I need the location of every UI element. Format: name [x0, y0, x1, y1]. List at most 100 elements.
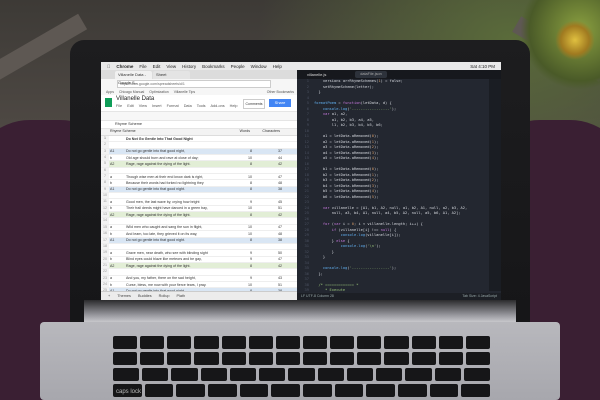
table-cell[interactable]: A1 — [109, 149, 124, 153]
table-cell[interactable]: Do Not Go Gentle Into That Good Night — [124, 137, 232, 141]
column-header[interactable]: Words — [230, 129, 250, 135]
doc-menu-data[interactable]: Data — [184, 104, 192, 108]
table-cell[interactable]: 38 — [252, 187, 284, 191]
share-button[interactable]: Share — [269, 99, 291, 107]
menubar-item-history[interactable]: History — [182, 64, 196, 69]
table-cell[interactable]: 47 — [252, 257, 284, 261]
menubar-item-bookmarks[interactable]: Bookmarks — [202, 64, 225, 69]
sheet-tab-rollup[interactable]: Rollup — [159, 294, 170, 298]
browser-tab-second[interactable]: Sheet — [153, 71, 190, 79]
sheet-tab-buddies[interactable]: Buddies — [138, 294, 152, 298]
table-cell[interactable]: 10 — [232, 283, 252, 287]
table-cell[interactable]: a — [109, 175, 124, 179]
table-cell[interactable]: 9 — [232, 257, 252, 261]
table-cell[interactable]: A2 — [109, 264, 124, 268]
table-cell[interactable]: 51 — [252, 283, 284, 287]
table-cell[interactable]: 8 — [232, 238, 252, 242]
table-cell[interactable]: 9 — [232, 200, 252, 204]
editor-tab[interactable]: dataFile.json — [355, 71, 387, 78]
table-cell[interactable]: 47 — [252, 175, 284, 179]
table-cell[interactable]: 42 — [252, 213, 284, 217]
table-cell[interactable]: 10 — [232, 156, 252, 160]
row-number[interactable]: 5 — [101, 161, 109, 167]
doc-menu-edit[interactable]: Edit — [127, 104, 134, 108]
table-cell[interactable]: 10 — [232, 206, 252, 210]
row-number[interactable]: 18 — [101, 243, 109, 250]
bookmark-other[interactable]: Other Bookmarks — [267, 90, 294, 94]
row-number[interactable]: 7 — [101, 174, 109, 180]
doc-menu-help[interactable]: Help — [230, 104, 238, 108]
table-cell[interactable]: Wild men who caught and sang the sun in … — [124, 225, 232, 229]
table-cell[interactable]: 8 — [232, 181, 252, 185]
row-number[interactable]: 17 — [101, 237, 109, 243]
editor-minimap[interactable] — [489, 79, 501, 291]
row-number[interactable]: 9 — [101, 186, 109, 193]
row-number[interactable]: 4 — [101, 155, 109, 161]
table-cell[interactable]: Their frail deeds might have danced in a… — [124, 206, 232, 210]
table-cell[interactable]: 10 — [232, 225, 252, 229]
browser-tab-sheets[interactable]: Villanelle Data - Google S... — [115, 71, 152, 85]
row-number[interactable]: 24 — [101, 281, 109, 288]
bookmark-optimization[interactable]: Optimization — [149, 90, 168, 94]
table-cell[interactable]: 44 — [252, 156, 284, 160]
table-cell[interactable]: Grave men, near death, who see with blin… — [124, 251, 232, 255]
table-cell[interactable]: And learn, too late, they grieved it on … — [124, 232, 232, 236]
table-cell[interactable]: Blind eyes could blaze like meteors and … — [124, 257, 232, 261]
editor-tab-active[interactable]: villanelle.js — [307, 72, 326, 77]
row-number[interactable]: 20 — [101, 256, 109, 262]
menubar-item-chrome[interactable]: Chrome — [116, 64, 133, 69]
doc-menu-format[interactable]: Format — [167, 104, 179, 108]
row-number[interactable]: 19 — [101, 250, 109, 256]
bookmark-villanelle[interactable]: Villanelle Tips — [174, 90, 195, 94]
row-number[interactable]: 3 — [101, 148, 109, 155]
menubar-item-help[interactable]: Help — [273, 64, 282, 69]
row-number[interactable]: 10 — [101, 193, 109, 199]
table-cell[interactable]: Do not go gentle into that good night. — [124, 238, 232, 242]
comments-button[interactable]: Comments — [243, 99, 265, 109]
table-cell[interactable]: 42 — [252, 162, 284, 166]
table-cell[interactable]: Good men, the last wave by, crying how b… — [124, 200, 232, 204]
table-cell[interactable]: b — [109, 181, 124, 185]
apple-icon[interactable]:  — [107, 64, 110, 69]
row-number[interactable]: 15 — [101, 224, 109, 231]
table-cell[interactable]: Though wise men at their end know dark i… — [124, 175, 232, 179]
table-cell[interactable]: A2 — [109, 213, 124, 217]
url-bar[interactable]: https://docs.google.com/spreadsheets/d/1 — [117, 79, 271, 88]
row-number[interactable]: 14 — [101, 218, 109, 224]
table-cell[interactable]: 8 — [232, 187, 252, 191]
table-cell[interactable]: 42 — [252, 264, 284, 268]
table-cell[interactable]: b — [109, 257, 124, 261]
table-cell[interactable]: Rage, rage against the dying of the ligh… — [124, 264, 232, 268]
menubar-item-view[interactable]: View — [166, 64, 176, 69]
table-cell[interactable]: 48 — [252, 232, 284, 236]
table-cell[interactable]: A1 — [109, 238, 124, 242]
bookmark-chicago[interactable]: Chicago Manual — [119, 90, 144, 94]
table-cell[interactable]: 38 — [252, 238, 284, 242]
table-cell[interactable]: 45 — [252, 200, 284, 204]
row-number[interactable]: 22 — [101, 269, 109, 275]
code-area[interactable]: 1 versions arrRhymeSchemes(1) = false; 2 … — [297, 79, 497, 299]
row-number[interactable]: 1 — [101, 136, 109, 142]
row-number[interactable]: 11 — [101, 199, 109, 205]
table-cell[interactable]: 8 — [232, 264, 252, 268]
row-number[interactable]: 16 — [101, 231, 109, 237]
sheet-tab-plath[interactable]: Plath — [176, 294, 185, 298]
table-cell[interactable]: 10 — [232, 232, 252, 236]
formula-bar[interactable]: Rhyme Scheme — [101, 121, 297, 129]
table-cell[interactable]: a — [109, 251, 124, 255]
table-cell[interactable]: Do not go gentle into that good night. — [124, 187, 232, 191]
table-cell[interactable]: 47 — [252, 225, 284, 229]
table-cell[interactable]: a — [109, 276, 124, 280]
add-sheet-icon[interactable]: + — [108, 294, 110, 298]
row-number[interactable]: 6 — [101, 167, 109, 174]
table-cell[interactable]: a — [109, 200, 124, 204]
doc-menu-view[interactable]: View — [139, 104, 147, 108]
menubar-item-window[interactable]: Window — [251, 64, 267, 69]
bookmark-apps[interactable]: Apps — [106, 90, 114, 94]
table-cell[interactable]: b — [109, 156, 124, 160]
menubar-item-edit[interactable]: Edit — [153, 64, 161, 69]
table-cell[interactable]: Curse, bless, me now with your fierce te… — [124, 283, 232, 287]
table-cell[interactable]: b — [109, 206, 124, 210]
table-cell[interactable]: Do not go gentle into that good night, — [124, 149, 232, 153]
table-cell[interactable]: 8 — [232, 149, 252, 153]
